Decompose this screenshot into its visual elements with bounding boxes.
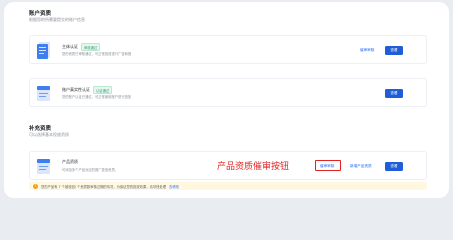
view-button[interactable]: 查看 bbox=[385, 162, 403, 171]
document-icon bbox=[37, 86, 50, 101]
warning-icon: ! bbox=[33, 183, 38, 189]
card-description: 您的账户认证已通过，可正常使用账户进行投放 bbox=[62, 95, 132, 99]
card-title-row: 主体认证 审核通过 bbox=[62, 43, 101, 51]
card-title: 主体认证 bbox=[62, 44, 78, 49]
notice-bar: ! 您的产品有 7 个被驳回/ 个资质数审核过期的情况，为保证您的投放效果，请尽… bbox=[29, 182, 427, 190]
account-section-subtitle: 根据您的所需要提交的账户信息 bbox=[29, 17, 85, 22]
annotation-label: 产品资质催审按钮 bbox=[217, 162, 290, 172]
view-button[interactable]: 查看 bbox=[385, 46, 403, 55]
extra-section-subtitle: 可以选择基本投放资质 bbox=[29, 132, 69, 137]
extra-section-title: 补充资质 bbox=[29, 126, 52, 132]
card-description: 您的资质已审核通过，可正常投放进行广告和授 bbox=[62, 52, 132, 56]
view-button[interactable]: 查看 bbox=[385, 89, 403, 98]
subject-certification-card: 主体认证 审核通过 您的资质已审核通过，可正常投放进行广告和授 催审审核 查看 bbox=[29, 35, 427, 64]
add-product-qualification-link[interactable]: 新增产品资质 bbox=[350, 164, 372, 169]
page-frame: 账户资质 根据您的所需要提交的账户信息 主体认证 审核通过 您的资质已审核通过，… bbox=[4, 2, 449, 198]
account-authenticity-card: 账户真实性认证 认证通过 您的账户认证已通过，可正常使用账户进行投放 查看 bbox=[29, 78, 427, 107]
document-icon bbox=[37, 42, 50, 59]
status-badge: 审核通过 bbox=[81, 43, 101, 51]
status-badge: 认证通过 bbox=[93, 86, 113, 94]
card-title: 账户真实性认证 bbox=[62, 87, 90, 92]
card-title: 产品资质 bbox=[62, 159, 78, 164]
card-title-row: 账户真实性认证 认证通过 bbox=[62, 86, 113, 94]
document-icon bbox=[37, 159, 50, 174]
urge-review-link[interactable]: 催审审核 bbox=[360, 48, 374, 53]
notice-fix-link[interactable]: 去修改 bbox=[169, 184, 179, 189]
notice-text: 您的产品有 7 个被驳回/ 个资质数审核过期的情况，为保证您的投放效果，请尽快处… bbox=[41, 184, 167, 189]
account-section-title: 账户资质 bbox=[29, 11, 52, 17]
annotation-highlight-box bbox=[315, 160, 341, 171]
card-description: 可添加多个产品对应的推广投放资质。 bbox=[62, 168, 119, 172]
card-title-row: 产品资质 bbox=[62, 159, 78, 165]
